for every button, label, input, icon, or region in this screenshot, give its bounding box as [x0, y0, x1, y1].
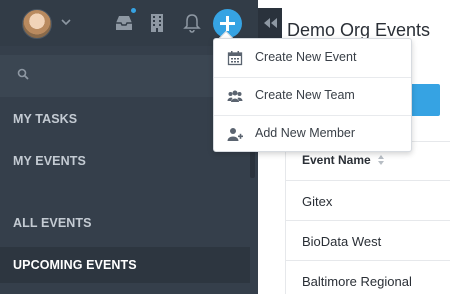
table-divider: [285, 260, 450, 261]
bell-icon[interactable]: [181, 12, 203, 34]
chevron-down-icon[interactable]: [60, 16, 72, 28]
column-header-event-name[interactable]: Event Name: [302, 153, 371, 167]
user-avatar[interactable]: [22, 9, 52, 39]
double-chevron-left-icon: [264, 18, 277, 28]
menu-item-label: Add New Member: [255, 126, 356, 140]
notification-dot: [131, 8, 136, 13]
building-icon[interactable]: [146, 12, 168, 34]
table-row[interactable]: Baltimore Regional: [302, 274, 412, 289]
table-divider: [285, 220, 450, 221]
collapse-sidebar-button[interactable]: [258, 8, 282, 38]
inbox-icon[interactable]: [113, 12, 135, 34]
add-user-icon: [227, 128, 243, 141]
menu-item-label: Create New Team: [255, 88, 355, 102]
create-dropdown-menu: Create New Event Create New Team Add New…: [213, 38, 412, 152]
menu-item-add-new-member[interactable]: Add New Member: [214, 115, 411, 153]
sort-icon[interactable]: [377, 154, 385, 166]
menu-item-create-new-team[interactable]: Create New Team: [214, 77, 411, 115]
team-icon: [227, 90, 243, 102]
sidebar-item-all-events[interactable]: ALL EVENTS: [0, 205, 250, 241]
menu-item-label: Create New Event: [255, 50, 357, 64]
table-row[interactable]: BioData West: [302, 234, 381, 249]
search-icon: [17, 68, 29, 80]
menu-item-create-new-event[interactable]: Create New Event: [214, 39, 411, 77]
sidebar-item-upcoming-events[interactable]: UPCOMING EVENTS: [0, 247, 250, 283]
sidebar-scrollbar[interactable]: [250, 150, 255, 178]
calendar-icon: [227, 51, 243, 66]
table-divider: [285, 180, 450, 181]
table-border: [285, 141, 286, 294]
table-row[interactable]: Gitex: [302, 194, 332, 209]
